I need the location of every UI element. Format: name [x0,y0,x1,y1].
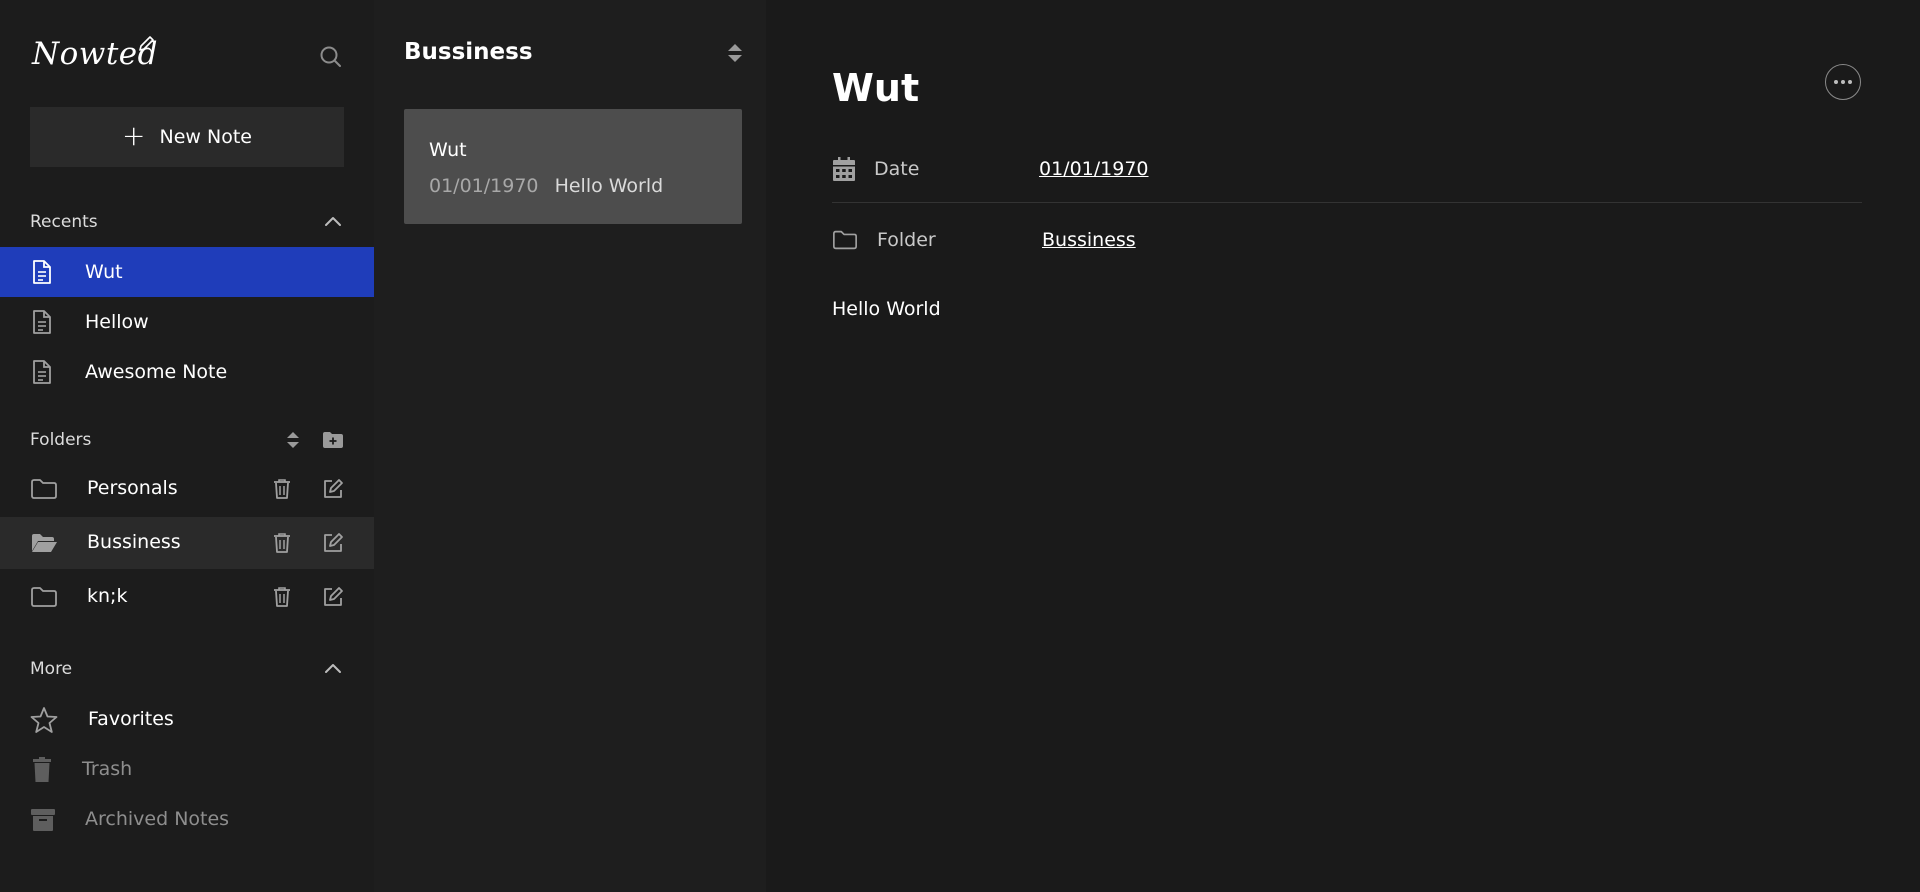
folder-row: Folder Bussiness [832,221,1862,261]
recents-header: Recents [30,207,344,237]
search-icon[interactable] [318,44,344,70]
plus-icon: + [122,118,146,152]
date-label: Date [874,158,920,180]
note-card[interactable]: Wut 01/01/1970 Hello World [404,109,742,224]
pencil-icon [139,36,154,51]
trash-icon [33,757,51,782]
note-card-date: 01/01/1970 [429,175,539,197]
recent-item-hellow[interactable]: Hellow [0,297,374,347]
note-card-title: Wut [429,139,467,161]
folder-item-label: kn;k [87,585,128,607]
folder-item-knk[interactable]: kn;k [0,571,374,623]
more-item-favorites[interactable]: Favorites [0,694,374,744]
folder-icon [31,587,57,607]
sort-icon[interactable] [286,430,300,450]
recent-item-label: Awesome Note [85,361,228,383]
folder-value[interactable]: Bussiness [1042,229,1136,251]
dot-icon [1834,80,1838,84]
more-item-trash[interactable]: Trash [0,744,374,794]
trash-icon[interactable] [271,531,293,555]
note-card-meta: 01/01/1970 Hello World [429,175,663,197]
folder-item-label: Bussiness [87,531,181,553]
add-folder-icon[interactable] [322,430,344,450]
sort-icon[interactable] [727,42,743,64]
archive-icon [31,809,55,831]
recent-item-label: Wut [85,261,123,283]
chevron-up-icon[interactable] [322,211,344,233]
recent-item-wut[interactable]: Wut [0,247,374,297]
trash-icon[interactable] [271,585,293,609]
document-icon [33,260,51,284]
date-row: Date 01/01/1970 [832,150,1862,190]
folder-open-icon [32,534,57,552]
trash-icon[interactable] [271,477,293,501]
sidebar: Nowted + New Note Recents Wut Hellow Awe… [0,0,374,892]
notes-list-pane: Bussiness Wut 01/01/1970 Hello World [374,0,766,892]
edit-icon[interactable] [321,585,345,609]
new-note-label: New Note [159,126,252,148]
date-value[interactable]: 01/01/1970 [1039,158,1149,180]
folder-item-label: Personals [87,477,178,499]
document-icon [33,360,51,384]
chevron-up-icon[interactable] [322,658,344,680]
more-item-label: Trash [82,758,133,780]
more-item-archived-notes[interactable]: Archived Notes [0,794,374,844]
note-editor: Wut Date 01/01/1970 Folder Bussiness Hel… [766,0,1920,892]
recent-item-label: Hellow [85,311,149,333]
folder-icon [833,230,857,250]
folder-icon [31,479,57,499]
more-item-label: Archived Notes [85,808,230,830]
calendar-icon [833,157,855,181]
note-title[interactable]: Wut [832,66,919,110]
note-body[interactable]: Hello World [832,298,941,320]
divider [832,202,1862,203]
more-item-label: Favorites [88,708,174,730]
edit-icon[interactable] [321,477,345,501]
dot-icon [1841,80,1845,84]
star-icon [30,707,58,733]
more-header: More [30,654,344,684]
folder-item-personals[interactable]: Personals [0,463,374,515]
folder-item-bussiness[interactable]: Bussiness [0,517,374,569]
more-options-button[interactable] [1825,64,1861,100]
document-icon [33,310,51,334]
edit-icon[interactable] [321,531,345,555]
folder-actions [286,425,344,455]
note-card-preview: Hello World [554,175,664,197]
folder-title: Bussiness [404,39,533,65]
recent-item-awesome-note[interactable]: Awesome Note [0,347,374,397]
more-label: More [30,659,73,679]
recents-label: Recents [30,212,98,232]
new-note-button[interactable]: + New Note [30,107,344,167]
folders-label: Folders [30,430,92,450]
dot-icon [1848,80,1852,84]
folder-label: Folder [877,229,936,251]
